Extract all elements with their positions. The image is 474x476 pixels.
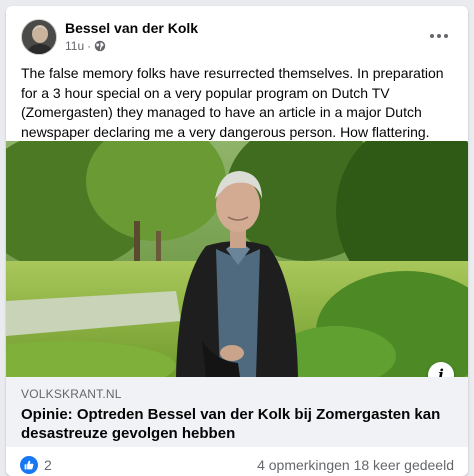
like-icon[interactable] (20, 456, 38, 474)
link-source: VOLKSKRANT.NL (21, 387, 122, 401)
more-options-dots (430, 34, 448, 38)
post-meta: 11u · (65, 39, 106, 53)
photo-illustration (6, 141, 468, 377)
meta-separator: · (87, 39, 92, 53)
more-options-icon[interactable] (424, 21, 454, 51)
comments-shares-count[interactable]: 4 opmerkingen 18 keer gedeeld (257, 457, 454, 473)
link-preview-caption[interactable]: VOLKSKRANT.NL Opinie: Optreden Bessel va… (6, 377, 468, 447)
post-footer: 2 4 opmerkingen 18 keer gedeeld (6, 447, 468, 476)
post-card: Bessel van der Kolk 11u · The false memo… (6, 6, 468, 476)
link-title[interactable]: Opinie: Optreden Bessel van der Kolk bij… (21, 405, 453, 443)
post-time[interactable]: 11u (65, 39, 84, 53)
post-header: Bessel van der Kolk 11u · (6, 6, 468, 62)
globe-icon (94, 40, 106, 52)
author-name[interactable]: Bessel van der Kolk (65, 20, 198, 36)
reaction-count[interactable]: 2 (44, 457, 52, 473)
thumbs-up-glyph (24, 460, 34, 470)
avatar[interactable] (21, 19, 57, 55)
link-preview-image[interactable]: i (6, 141, 468, 377)
avatar-image (22, 20, 56, 54)
